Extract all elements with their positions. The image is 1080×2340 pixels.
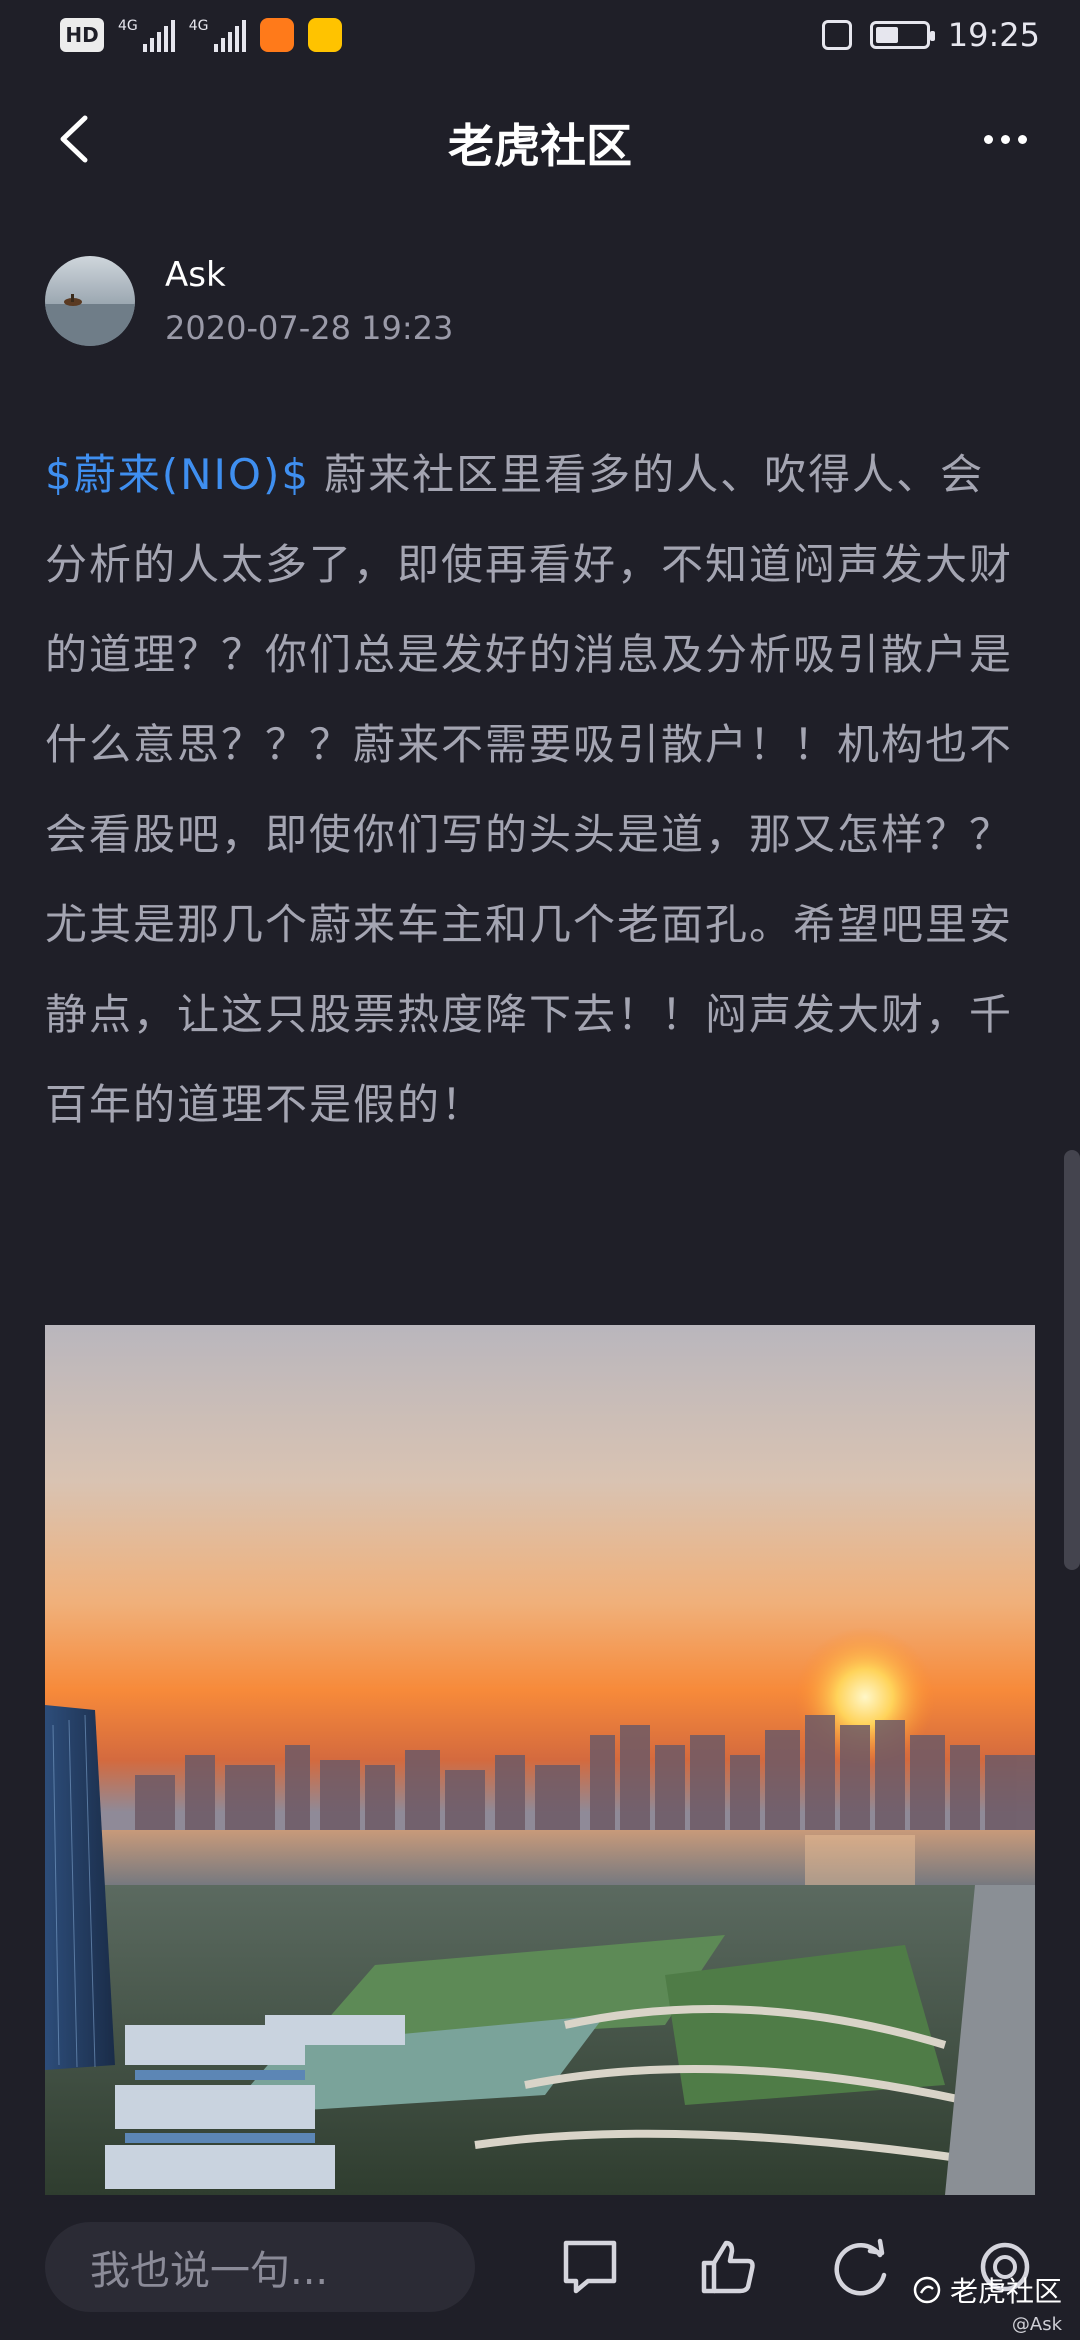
watermark-brand: 老虎社区 — [949, 2275, 1062, 2308]
comment-placeholder: 我也说一句... — [90, 2248, 329, 2294]
share-icon — [834, 2238, 887, 2296]
nfc-icon — [821, 20, 852, 50]
comment-input[interactable]: 我也说一句... — [45, 2222, 475, 2312]
page-title: 老虎社区 — [448, 119, 632, 173]
post-detail-screen: HD 4G 4G 19:25 老虎社区 Ask 2020-07-28 19:23… — [0, 0, 1080, 2340]
watermark: 老虎社区 @Ask — [912, 2270, 1062, 2335]
signal-1-label: 4G — [118, 18, 138, 34]
notification-app-icon — [259, 18, 294, 52]
more-button[interactable] — [970, 104, 1040, 174]
thumbs-up-icon — [701, 2240, 755, 2294]
status-left: HD 4G 4G — [60, 18, 342, 52]
signal-1-icon: 4G — [118, 18, 175, 52]
author-name[interactable]: Ask — [165, 255, 453, 295]
post-image[interactable] — [45, 1325, 1035, 2195]
watermark-user: @Ask — [1011, 2314, 1062, 2335]
author-meta: Ask 2020-07-28 19:23 — [165, 255, 453, 347]
battery-icon — [869, 21, 935, 49]
share-button[interactable] — [822, 2227, 902, 2307]
nav-bar: 老虎社区 — [0, 80, 1080, 200]
comment-icon — [563, 2240, 617, 2294]
scrollbar[interactable] — [1064, 1150, 1080, 1570]
signal-2-icon: 4G — [189, 18, 246, 52]
status-time: 19:25 — [947, 16, 1040, 54]
avatar[interactable] — [45, 256, 135, 346]
post-text: 蔚来社区里看多的人、吹得人、会分析的人太多了，即使再看好，不知道闷声发大财的道理… — [45, 450, 1014, 1129]
meituan-app-icon — [307, 18, 342, 52]
more-dots-icon — [983, 134, 993, 144]
hd-badge: HD — [60, 18, 104, 52]
status-bar: HD 4G 4G 19:25 — [0, 0, 1080, 80]
bottom-action-bar: 我也说一句... 老虎社区 @Ask — [0, 2195, 1080, 2340]
stock-ticker-link[interactable]: $蔚来(NIO)$ — [45, 450, 310, 499]
comment-button[interactable] — [550, 2227, 630, 2307]
like-button[interactable] — [688, 2227, 768, 2307]
post-timestamp: 2020-07-28 19:23 — [165, 309, 454, 347]
signal-2-label: 4G — [188, 18, 209, 34]
author-header[interactable]: Ask 2020-07-28 19:23 — [45, 255, 453, 347]
status-right: 19:25 — [821, 16, 1040, 54]
tiger-logo-icon — [913, 2276, 941, 2304]
post-body: $蔚来(NIO)$ 蔚来社区里看多的人、吹得人、会分析的人太多了，即使再看好，不知… — [45, 430, 1025, 1150]
